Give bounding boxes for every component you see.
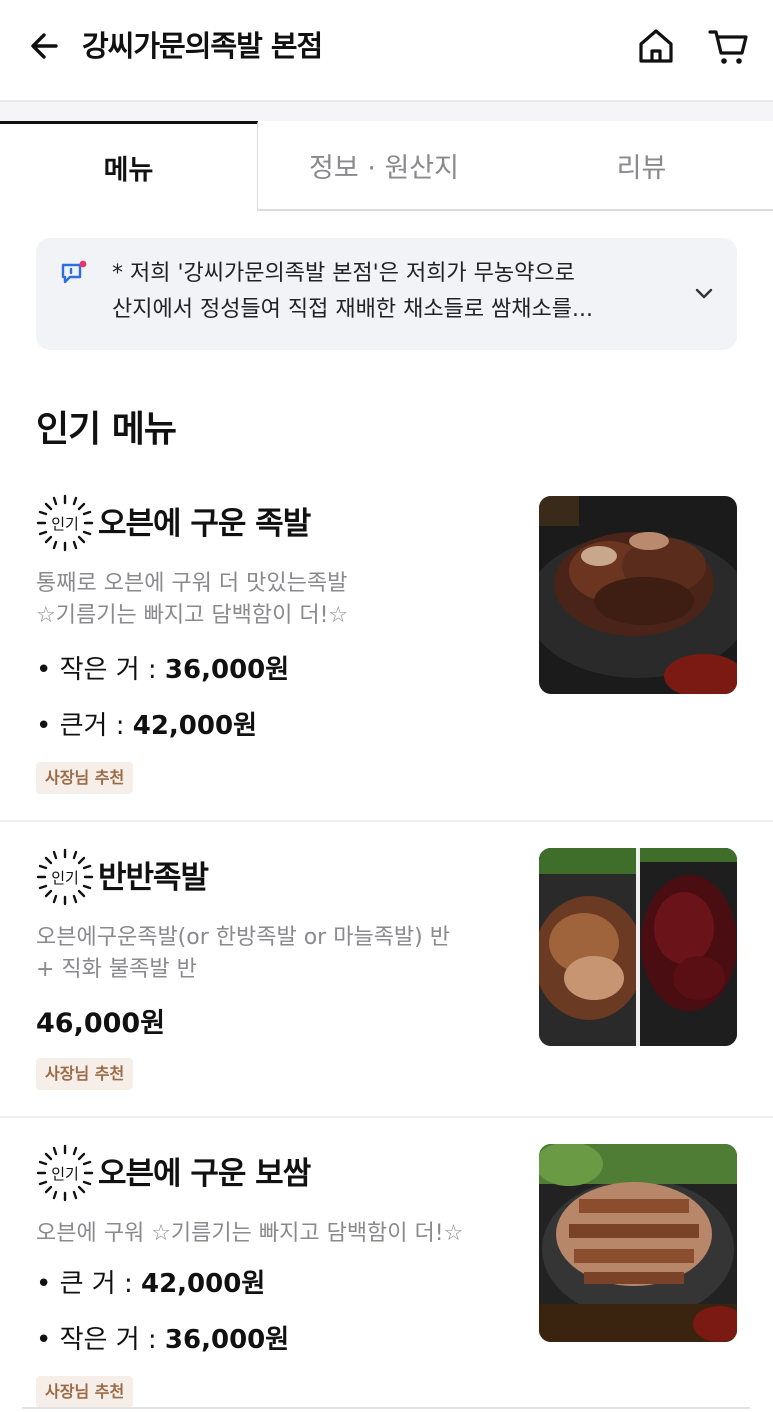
tab-reviews[interactable]: 리뷰 <box>510 121 773 211</box>
tab-bar: 메뉴 정보 · 원산지 리뷰 <box>0 121 773 211</box>
section-title: 인기 메뉴 <box>36 409 177 450</box>
price-value: 42,000원 <box>141 1269 266 1299</box>
menu-item[interactable]: 인기 반반족발 오븐에구운족발(or 한방족발 or 마늘족발) 반 + 직화 … <box>0 822 773 1118</box>
item-name: 오븐에 구운 족발 <box>98 506 311 542</box>
price-option-2: • 작은 거 : 36,000원 <box>36 1322 289 1358</box>
chevron-down-icon[interactable] <box>693 282 715 304</box>
menu-item[interactable]: 인기 오븐에 구운 족발 통째로 오븐에 구워 더 맛있는족발 ☆기름기는 빠지… <box>0 466 773 822</box>
desc-line-2: + 직화 불족발 반 <box>36 957 197 982</box>
food-photo-bossam <box>539 1144 737 1342</box>
store-notice[interactable]: * 저희 '강씨가문의족발 본점'은 저희가 무농약으로 산지에서 정성들여 직… <box>36 238 737 350</box>
price-option-2: • 큰거 : 42,000원 <box>36 708 257 744</box>
item-name: 반반족발 <box>98 860 209 896</box>
price-value: 36,000원 <box>164 655 290 685</box>
notice-speech-icon <box>61 260 87 284</box>
desc-line-2: ☆기름기는 빠지고 담백함이 더!☆ <box>36 603 349 628</box>
price-option-1: • 큰 거 : 42,000원 <box>36 1266 265 1302</box>
notice-text: * 저희 '강씨가문의족발 본점'은 저희가 무농약으로 산지에서 정성들여 직… <box>112 256 672 328</box>
price-value: 36,000원 <box>164 1325 290 1355</box>
desc-line-1: 오븐에 구워 ☆기름기는 빠지고 담백함이 더!☆ <box>36 1221 464 1246</box>
desc-line-1: 오븐에구운족발(or 한방족발 or 마늘족발) 반 <box>36 925 450 950</box>
bottom-bar-divider <box>22 1407 750 1409</box>
tab-info-origin[interactable]: 정보 · 원산지 <box>258 121 510 211</box>
cart-icon[interactable] <box>706 24 750 68</box>
price-label: • 큰 거 : <box>36 1269 141 1299</box>
popular-badge-icon: 인기 <box>36 848 94 906</box>
food-photo-half-half <box>539 848 737 1046</box>
badge-label: 인기 <box>51 869 79 887</box>
page-title: 강씨가문의족발 본점 <box>82 29 323 63</box>
home-icon[interactable] <box>634 24 678 68</box>
item-price: 46,000원 <box>36 1008 166 1039</box>
owner-recommend-tag: 사장님 추천 <box>36 762 134 794</box>
owner-recommend-tag: 사장님 추천 <box>36 1376 134 1408</box>
app-header: 강씨가문의족발 본점 <box>0 0 773 100</box>
price-label: • 작은 거 : <box>36 1325 165 1355</box>
notice-line-2: 산지에서 정성들여 직접 재배한 채소들로 쌈채소를... <box>112 297 593 322</box>
price-value: 42,000원 <box>132 711 257 741</box>
menu-item[interactable]: 인기 오븐에 구운 보쌈 오븐에 구워 ☆기름기는 빠지고 담백함이 더!☆ •… <box>0 1118 773 1412</box>
price-label: • 큰거 : <box>36 711 133 741</box>
desc-line-1: 통째로 오븐에 구워 더 맛있는족발 <box>36 571 348 596</box>
arrow-left-icon[interactable] <box>26 26 66 66</box>
price-option-1: • 작은 거 : 36,000원 <box>36 652 289 688</box>
header-divider <box>0 100 773 122</box>
item-description: 통째로 오븐에 구워 더 맛있는족발 ☆기름기는 빠지고 담백함이 더!☆ <box>36 568 506 632</box>
item-description: 오븐에구운족발(or 한방족발 or 마늘족발) 반 + 직화 불족발 반 <box>36 922 506 986</box>
tab-menu[interactable]: 메뉴 <box>0 121 258 211</box>
item-name: 오븐에 구운 보쌈 <box>98 1156 311 1192</box>
food-photo-jokbal <box>539 496 737 694</box>
item-description: 오븐에 구워 ☆기름기는 빠지고 담백함이 더!☆ <box>36 1218 506 1250</box>
owner-recommend-tag: 사장님 추천 <box>36 1058 134 1090</box>
notice-line-1: * 저희 '강씨가문의족발 본점'은 저희가 무농약으로 <box>112 261 575 286</box>
badge-label: 인기 <box>51 1165 79 1183</box>
price-label: • 작은 거 : <box>36 655 165 685</box>
popular-badge-icon: 인기 <box>36 1144 94 1202</box>
popular-badge-icon: 인기 <box>36 494 94 552</box>
badge-label: 인기 <box>51 515 79 533</box>
